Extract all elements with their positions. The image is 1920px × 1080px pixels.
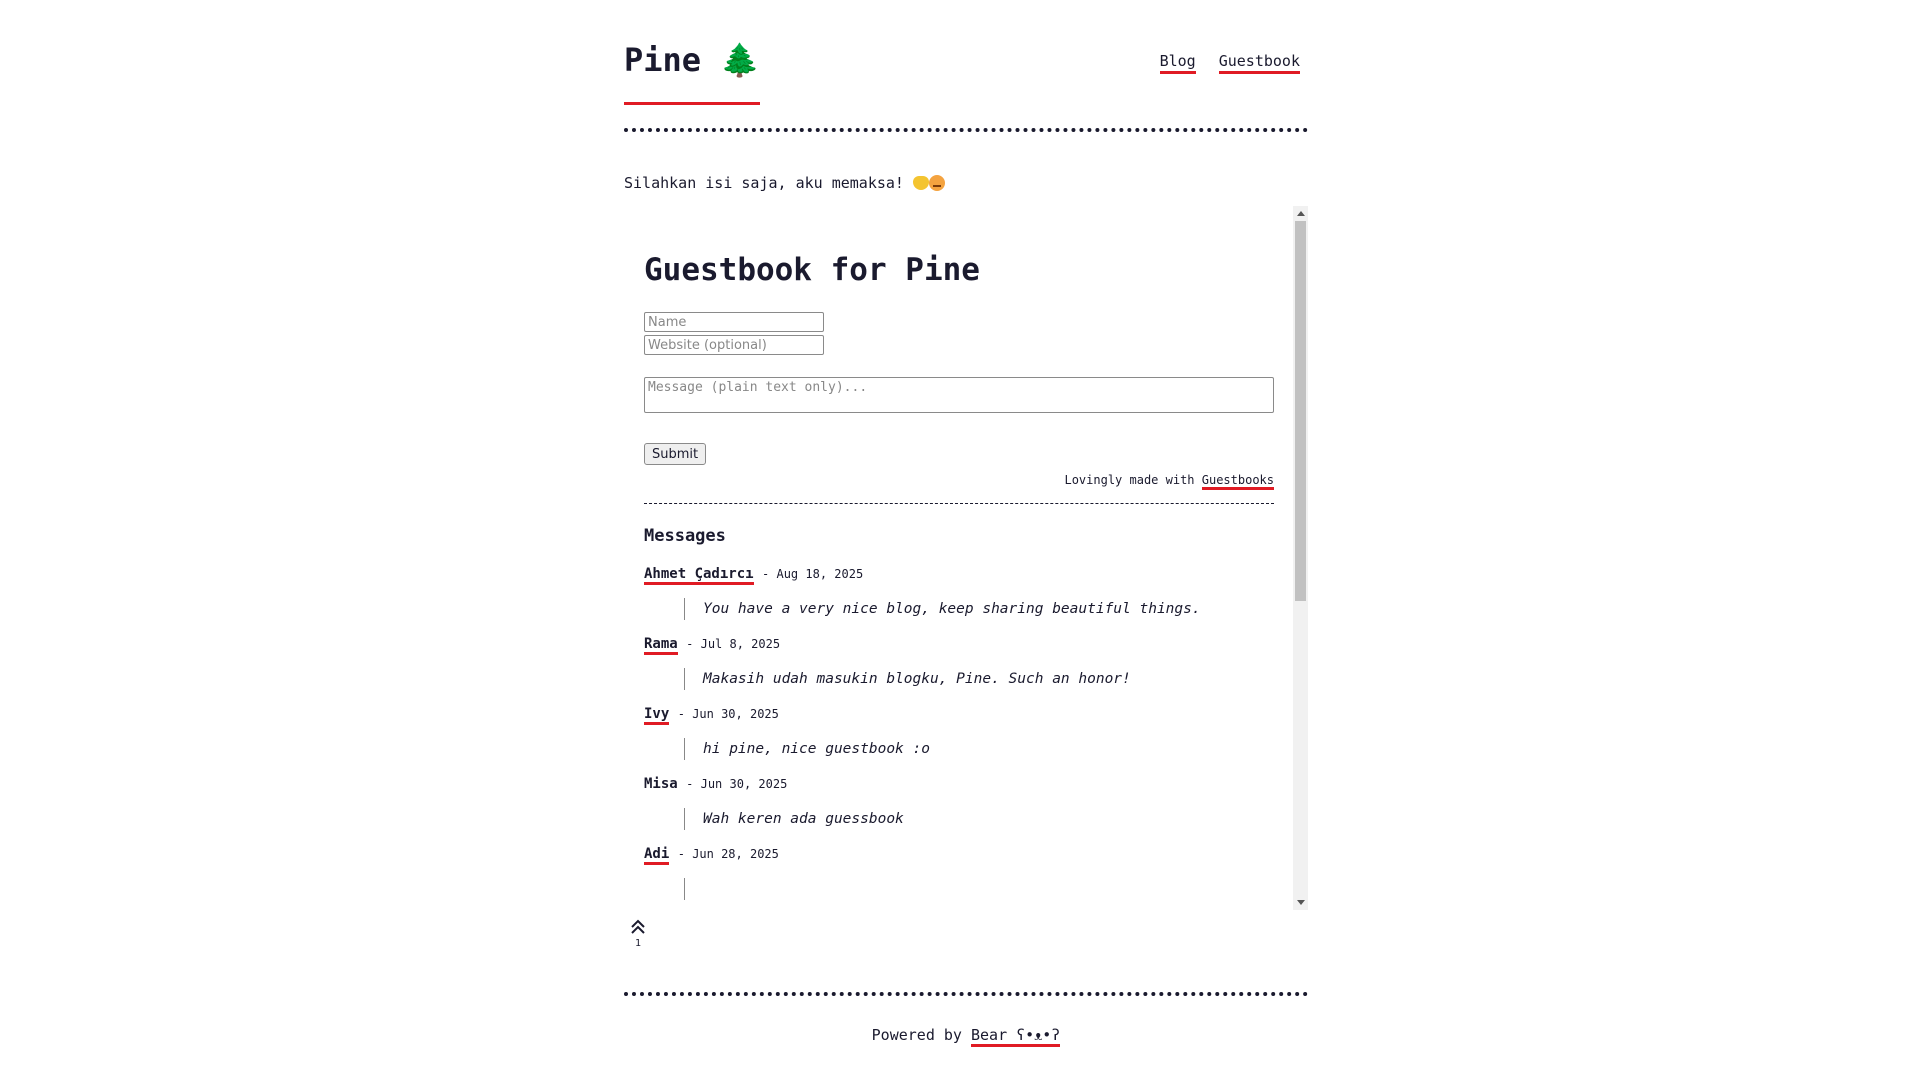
guestbook-title: Guestbook for Pine — [644, 252, 980, 288]
entry-date: - Jul 8, 2025 — [686, 637, 781, 651]
upvote-count: 1 — [634, 938, 642, 949]
entry-message: hi pine, nice guestbook :o — [684, 738, 1274, 760]
entry-author-link[interactable]: Ahmet Çadırcı — [644, 566, 754, 585]
entry-date-value: Jun 28, 2025 — [692, 847, 779, 861]
angry-face-emoji-icon — [928, 175, 945, 191]
entry-message: You have a very nice blog, keep sharing … — [684, 598, 1274, 620]
messages-list: Ahmet Çadırcı - Aug 18, 2025 You have a … — [644, 564, 1274, 900]
entry-author-link[interactable]: Rama — [644, 636, 678, 655]
entry-date-value: Aug 18, 2025 — [776, 567, 864, 581]
entry-date-value: Jul 8, 2025 — [700, 637, 781, 651]
entry-header: Ahmet Çadırcı - Aug 18, 2025 — [644, 564, 1274, 585]
double-chevron-up-icon — [631, 919, 645, 934]
made-with-prefix: Lovingly made with — [1064, 473, 1202, 487]
site-title-link[interactable]: Pine 🌲 — [624, 40, 761, 105]
guestbook-iframe[interactable]: Guestbook for Pine Submit Lovingly made … — [624, 206, 1308, 910]
list-item: Adi - Jun 28, 2025 — [644, 844, 1274, 900]
entry-date: - Jun 28, 2025 — [677, 847, 779, 861]
entry-header: Adi - Jun 28, 2025 — [644, 844, 1274, 865]
list-item: Ahmet Çadırcı - Aug 18, 2025 You have a … — [644, 564, 1274, 620]
entry-date: - Aug 18, 2025 — [762, 567, 864, 581]
messages-divider — [644, 503, 1274, 504]
intro-text: Silahkan isi saja, aku memaksa! — [624, 172, 1308, 194]
name-input[interactable] — [644, 312, 824, 332]
intro-text-content: Silahkan isi saja, aku memaksa! — [624, 174, 913, 192]
site-nav: Blog Guestbook — [1146, 52, 1300, 74]
fist-emoji-icon — [912, 176, 929, 190]
nav-link-guestbook[interactable]: Guestbook — [1218, 52, 1300, 74]
footer-divider — [624, 992, 1308, 996]
entry-author-link[interactable]: Adi — [644, 846, 670, 865]
message-textarea[interactable] — [644, 377, 1274, 413]
entry-author: Misa — [644, 776, 678, 792]
header-divider — [624, 128, 1308, 132]
footer-prefix: Powered by — [871, 1026, 971, 1044]
entry-message — [684, 878, 1274, 900]
entry-header: Ivy - Jun 30, 2025 — [644, 704, 1274, 725]
entry-date: - Jun 30, 2025 — [677, 707, 779, 721]
messages-heading: Messages — [644, 526, 726, 546]
entry-message: Makasih udah masukin blogku, Pine. Such … — [684, 668, 1274, 690]
page: Pine 🌲 Blog Guestbook Silahkan isi saja,… — [624, 0, 1308, 1047]
guestbook-content: Guestbook for Pine Submit Lovingly made … — [644, 206, 1274, 910]
submit-button[interactable]: Submit — [644, 443, 707, 465]
site-footer: Powered by Bear ʕ•ᴥ•ʔ — [624, 1024, 1308, 1047]
scroll-down-arrow-icon[interactable] — [1297, 900, 1305, 905]
list-item: Ivy - Jun 30, 2025 hi pine, nice guestbo… — [644, 704, 1274, 760]
entry-date: - Jun 30, 2025 — [686, 777, 788, 791]
entry-message: Wah keren ada guessbook — [684, 808, 1274, 830]
guestbooks-link[interactable]: Guestbooks — [1201, 473, 1274, 490]
list-item: Rama - Jul 8, 2025 Makasih udah masukin … — [644, 634, 1274, 690]
entry-header: Misa - Jun 30, 2025 — [644, 774, 1274, 794]
nav-link-blog[interactable]: Blog — [1159, 52, 1196, 74]
website-input[interactable] — [644, 335, 824, 355]
scroll-up-arrow-icon[interactable] — [1297, 211, 1305, 216]
entry-date-value: Jun 30, 2025 — [700, 777, 788, 791]
bear-link[interactable]: Bear ʕ•ᴥ•ʔ — [970, 1026, 1061, 1047]
entry-date-value: Jun 30, 2025 — [692, 707, 779, 721]
site-header: Pine 🌲 Blog Guestbook — [624, 0, 1308, 128]
made-with-credit: Lovingly made with Guestbooks — [644, 471, 1274, 490]
upvote-button[interactable]: 1 — [628, 918, 648, 958]
entry-author-link[interactable]: Ivy — [644, 706, 670, 725]
scrollbar-thumb[interactable] — [1295, 221, 1306, 601]
iframe-scrollbar[interactable] — [1293, 206, 1308, 910]
list-item: Misa - Jun 30, 2025 Wah keren ada guessb… — [644, 774, 1274, 830]
entry-header: Rama - Jul 8, 2025 — [644, 634, 1274, 655]
